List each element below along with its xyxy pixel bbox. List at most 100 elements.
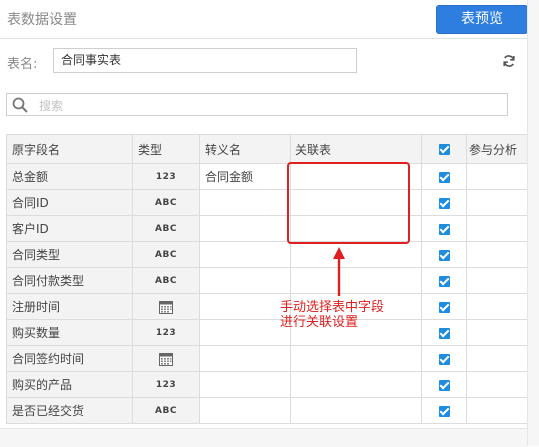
type-value: 123 <box>155 379 177 390</box>
empty-cell <box>466 189 533 216</box>
alias-input[interactable] <box>199 293 291 320</box>
empty-cell <box>466 215 533 242</box>
table-row: 注册时间 <box>6 293 533 320</box>
search-icon <box>12 97 28 113</box>
relation-cell[interactable] <box>290 345 422 372</box>
field-type-cell <box>132 293 200 320</box>
alias-input[interactable] <box>199 241 291 268</box>
empty-cell <box>466 267 533 294</box>
field-name: 合同ID <box>6 189 133 216</box>
column-header-name: 原字段名 <box>6 134 133 164</box>
field-type-cell: ABC <box>132 267 200 294</box>
alias-input[interactable] <box>199 371 291 398</box>
table-row: 是否已经交货 ABC <box>6 397 533 424</box>
relation-cell[interactable] <box>290 241 422 268</box>
participate-cell <box>421 371 467 398</box>
field-name: 合同签约时间 <box>6 345 133 372</box>
participate-cell <box>421 163 467 190</box>
select-all-cell <box>421 134 467 164</box>
participate-cell <box>421 215 467 242</box>
participate-cell <box>421 319 467 346</box>
alias-input[interactable] <box>199 319 291 346</box>
table-row: 合同类型 ABC <box>6 241 533 268</box>
relation-highlight-box <box>287 162 410 244</box>
table-row: 总金额 123 合同金额 <box>6 163 533 190</box>
field-type-cell: ABC <box>132 189 200 216</box>
field-name: 合同类型 <box>6 241 133 268</box>
alias-input[interactable]: 合同金额 <box>199 163 291 190</box>
participate-checkbox[interactable] <box>438 197 450 209</box>
table-name-input[interactable]: 合同事实表 <box>53 48 357 73</box>
empty-cell <box>466 397 533 424</box>
field-name: 合同付款类型 <box>6 267 133 294</box>
column-header-participate: 参与分析 <box>466 134 533 164</box>
alias-input[interactable] <box>199 397 291 424</box>
field-name: 注册时间 <box>6 293 133 320</box>
table-row: 合同签约时间 <box>6 345 533 372</box>
empty-cell <box>466 241 533 268</box>
table-row: 购买的产品 123 <box>6 371 533 398</box>
participate-checkbox[interactable] <box>438 353 450 365</box>
field-table: 原字段名 类型 转义名 关联表 参与分析 总金额 123 合同金额 合同ID ABC 客户… <box>6 134 533 424</box>
scrollbar[interactable] <box>527 0 539 446</box>
participate-cell <box>421 241 467 268</box>
field-type-cell: ABC <box>132 215 200 242</box>
participate-checkbox[interactable] <box>438 327 450 339</box>
type-value: ABC <box>155 223 177 234</box>
table-row: 客户ID ABC <box>6 215 533 242</box>
field-name: 购买的产品 <box>6 371 133 398</box>
field-type-cell: 123 <box>132 163 200 190</box>
empty-cell <box>466 319 533 346</box>
type-value: 123 <box>155 171 177 182</box>
table-preview-button[interactable]: 表预览 <box>436 5 528 34</box>
alias-input[interactable] <box>199 267 291 294</box>
search-placeholder: 搜索 <box>39 99 64 113</box>
field-type-cell <box>132 345 200 372</box>
type-value: 123 <box>155 327 177 338</box>
participate-checkbox[interactable] <box>438 171 450 183</box>
empty-cell <box>466 163 533 190</box>
calendar-icon <box>159 352 173 366</box>
relation-cell[interactable] <box>290 371 422 398</box>
field-type-cell: 123 <box>132 319 200 346</box>
table-name-label: 表名: <box>7 57 38 72</box>
participate-cell <box>421 397 467 424</box>
alias-input[interactable] <box>199 215 291 242</box>
column-header-alias: 转义名 <box>199 134 291 164</box>
field-name: 是否已经交货 <box>6 397 133 424</box>
participate-checkbox[interactable] <box>438 301 450 313</box>
table-row: 合同ID ABC <box>6 189 533 216</box>
alias-input[interactable] <box>199 189 291 216</box>
participate-cell <box>421 189 467 216</box>
table-header-row: 原字段名 类型 转义名 关联表 参与分析 <box>6 134 533 164</box>
field-type-cell: ABC <box>132 397 200 424</box>
field-type-cell: 123 <box>132 371 200 398</box>
type-value: ABC <box>155 405 177 416</box>
annotation-line-1: 手动选择表中字段 <box>280 300 385 315</box>
column-header-relation: 关联表 <box>290 134 422 164</box>
search-box[interactable]: 搜索 <box>6 93 508 116</box>
field-name: 购买数量 <box>6 319 133 346</box>
empty-cell <box>466 371 533 398</box>
participate-cell <box>421 267 467 294</box>
type-value: ABC <box>155 197 177 208</box>
participate-checkbox[interactable] <box>438 275 450 287</box>
annotation-line-2: 进行关联设置 <box>280 315 359 330</box>
select-all-checkbox[interactable] <box>438 144 450 155</box>
column-header-type: 类型 <box>132 134 200 164</box>
participate-checkbox[interactable] <box>438 405 450 417</box>
divider <box>0 38 527 39</box>
field-name: 客户ID <box>6 215 133 242</box>
alias-input[interactable] <box>199 345 291 372</box>
participate-checkbox[interactable] <box>438 379 450 391</box>
relation-cell[interactable] <box>290 397 422 424</box>
calendar-icon <box>159 300 173 314</box>
participate-cell <box>421 293 467 320</box>
relation-cell[interactable] <box>290 267 422 294</box>
empty-cell <box>466 345 533 372</box>
participate-checkbox[interactable] <box>438 249 450 261</box>
table-row: 合同付款类型 ABC <box>6 267 533 294</box>
refresh-icon[interactable] <box>502 54 516 68</box>
participate-checkbox[interactable] <box>438 223 450 235</box>
annotation-note: 手动选择表中字段 进行关联设置 <box>280 300 384 330</box>
